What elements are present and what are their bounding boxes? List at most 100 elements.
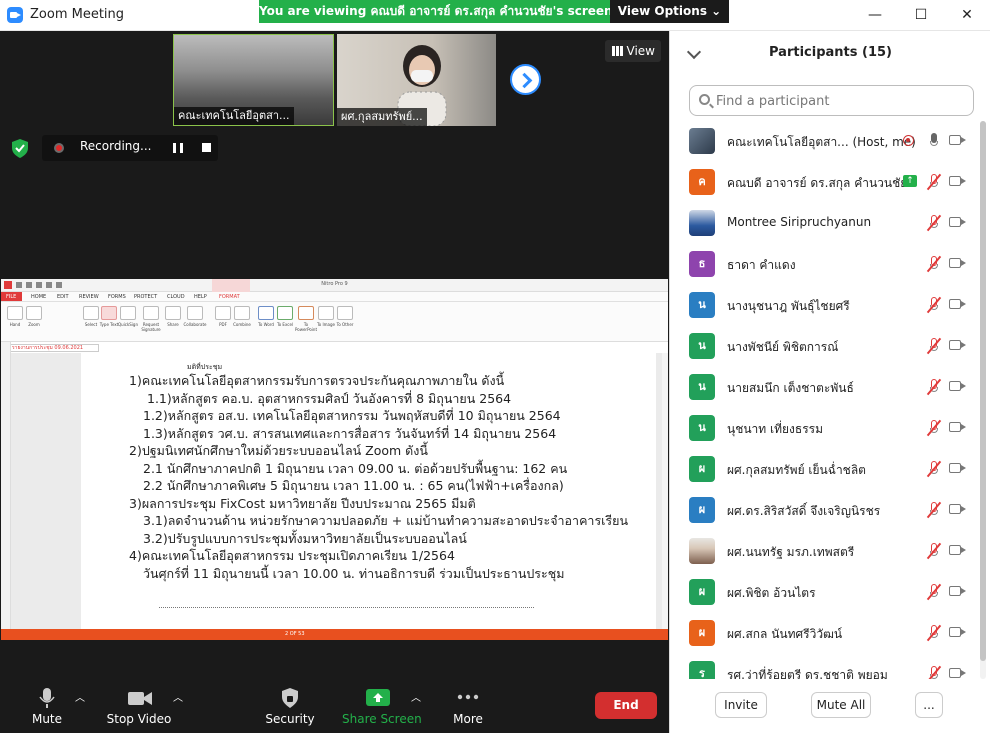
participant-name: คณะเทคโนโลยีอุตสา... (Host, me) xyxy=(727,135,916,149)
participant-row[interactable]: น นางพัชนีย์ พิชิตการณ์ xyxy=(670,326,977,367)
chevron-up-icon[interactable]: ︿ xyxy=(75,689,85,704)
video-camera-icon[interactable] xyxy=(949,668,966,678)
next-page-arrow-icon[interactable] xyxy=(510,64,541,95)
video-camera-icon[interactable] xyxy=(949,299,966,309)
doc-line: วันศุกร์ที่ 11 มิถุนายนนี้ เวลา 10.00 น.… xyxy=(143,566,565,581)
avatar xyxy=(689,128,715,154)
video-thumbnail[interactable]: ผศ.กุลสมทรัพย์... xyxy=(337,34,496,126)
avatar: ผ xyxy=(689,497,715,523)
muted-microphone-icon[interactable] xyxy=(926,296,942,314)
video-camera-icon[interactable] xyxy=(949,258,966,268)
participant-list: คณะเทคโนโลยีอุตสา... (Host, me) ค คณบดี อา… xyxy=(670,121,977,679)
video-camera-icon[interactable] xyxy=(949,381,966,391)
participant-row[interactable]: ค คณบดี อาจารย์ ดร.สกุล คำนวนชัย ↑ xyxy=(670,162,977,203)
invite-button[interactable]: Invite xyxy=(715,692,767,718)
muted-microphone-icon[interactable] xyxy=(926,419,942,437)
muted-microphone-icon[interactable] xyxy=(926,501,942,519)
scrollbar-thumb[interactable] xyxy=(980,121,986,661)
close-button[interactable]: ✕ xyxy=(944,0,990,31)
video-camera-icon xyxy=(128,692,152,705)
tab-file: FILE xyxy=(1,292,22,301)
view-button[interactable]: View xyxy=(605,40,661,62)
find-participant-input[interactable] xyxy=(716,91,966,111)
chevron-up-icon[interactable]: ︿ xyxy=(411,689,421,704)
muted-microphone-icon[interactable] xyxy=(926,255,942,273)
participants-title: Participants (15) xyxy=(769,45,892,60)
doc-line: 1.3)หลักสูตร วศ.บ. สารสนเทศและการสื่อสาร… xyxy=(143,426,557,441)
screen-share-banner: You are viewing คณบดี อาจารย์ ดร.สกุล คำ… xyxy=(259,0,729,23)
participant-row[interactable]: ร รศ.ว่าที่ร้อยตรี ดร.ชชาติ พยอม xyxy=(670,654,977,679)
muted-microphone-icon[interactable] xyxy=(926,378,942,396)
chevron-up-icon[interactable]: ︿ xyxy=(173,689,183,704)
tab-protect: PROTECT xyxy=(134,294,158,300)
participant-row[interactable]: ผ ผศ.ดร.สิริสวัสดิ์ จึงเจริญนิรชร xyxy=(670,490,977,531)
participant-row[interactable]: น นายสมนึก เต็งชาตะพันธ์ xyxy=(670,367,977,408)
mute-all-button[interactable]: Mute All xyxy=(811,692,871,718)
tab-forms: FORMS xyxy=(108,294,126,300)
stop-video-button[interactable]: Stop Video xyxy=(105,683,173,733)
video-thumbnail[interactable]: คณะเทคโนโลยีอุตสา... xyxy=(173,34,334,126)
muted-microphone-icon[interactable] xyxy=(926,624,942,642)
video-camera-icon[interactable] xyxy=(949,504,966,514)
participant-list-scrollbar[interactable] xyxy=(980,121,986,679)
share-screen-button[interactable]: Share Screen xyxy=(342,683,422,733)
participants-panel: Participants (15) คณะเทคโนโลยีอุตสา... (… xyxy=(669,31,990,733)
participant-row[interactable]: ผ ผศ.สกล นันทศรีวิวัฒน์ xyxy=(670,613,977,654)
participant-row[interactable]: ผ ผศ.พิชิต อ้วนไตร xyxy=(670,572,977,613)
muted-microphone-icon[interactable] xyxy=(926,665,942,679)
participant-row[interactable]: คณะเทคโนโลยีอุตสา... (Host, me) xyxy=(670,121,977,162)
video-camera-icon[interactable] xyxy=(949,627,966,637)
muted-microphone-icon[interactable] xyxy=(926,583,942,601)
doc-line: 1.2)หลักสูตร อส.บ. เทคโนโลยีอุตสาหกรรม ว… xyxy=(143,408,561,423)
doc-line: 1)คณะเทคโนโลยีอุตสาหกรรมรับการตรวจประกัน… xyxy=(129,373,505,388)
tool-label: Share xyxy=(167,322,179,327)
muted-microphone-icon[interactable] xyxy=(926,460,942,478)
participant-row[interactable]: Montree Siripruchyanun xyxy=(670,203,977,244)
tab-review: REVIEW xyxy=(79,294,99,300)
participant-row[interactable]: น นางนุชนาฎ พันธุ์ไชยศรี xyxy=(670,285,977,326)
pause-recording-icon[interactable] xyxy=(173,143,183,153)
muted-microphone-icon[interactable] xyxy=(926,214,942,232)
video-camera-icon[interactable] xyxy=(949,340,966,350)
nitro-ribbon: Hand Zoom Select Type Text QuickSign Req… xyxy=(1,302,668,342)
participant-row[interactable]: ผศ.นนทรัฐ มรภ.เทพสตรี xyxy=(670,531,977,572)
video-camera-icon[interactable] xyxy=(949,422,966,432)
document-scrollbar[interactable] xyxy=(662,353,668,629)
view-options-button[interactable]: View Options ⌄ xyxy=(610,0,729,23)
minimize-button[interactable]: — xyxy=(852,0,898,31)
video-camera-icon[interactable] xyxy=(949,463,966,473)
review-tools-context-tab xyxy=(212,279,250,292)
doc-line: 2.1 นักศึกษาภาคปกติ 1 มิถุนายน เวลา 09.0… xyxy=(143,461,568,476)
recording-indicator-icon xyxy=(903,135,914,146)
mute-button[interactable]: Mute xyxy=(24,683,70,733)
muted-microphone-icon[interactable] xyxy=(926,542,942,560)
encryption-shield-icon[interactable] xyxy=(9,137,31,159)
more-options-button[interactable]: ... xyxy=(915,692,943,718)
type-text-icon xyxy=(101,306,117,320)
quicksign-icon xyxy=(120,306,136,320)
more-button[interactable]: More xyxy=(450,683,486,733)
participant-row[interactable]: น นุชนาท เที่ยงธรรม xyxy=(670,408,977,449)
video-camera-icon[interactable] xyxy=(949,545,966,555)
video-camera-icon[interactable] xyxy=(949,176,966,186)
microphone-icon[interactable] xyxy=(927,132,941,150)
participant-row[interactable]: ธ ธาดา คำแดง xyxy=(670,244,977,285)
security-button[interactable]: Security xyxy=(264,683,316,733)
muted-microphone-icon[interactable] xyxy=(926,337,942,355)
tab-cloud: CLOUD xyxy=(167,294,185,300)
end-meeting-button[interactable]: End xyxy=(595,692,657,719)
share-icon xyxy=(165,306,181,320)
tab-format: FORMAT xyxy=(219,294,240,300)
document-viewport: มติที่ประชุม 1)คณะเทคโนโลยีอุตสาหกรรมรับ… xyxy=(11,353,662,629)
participant-name: นุชนาท เที่ยงธรรม xyxy=(727,422,824,436)
muted-microphone-icon[interactable] xyxy=(926,173,942,191)
stop-recording-icon[interactable] xyxy=(202,143,211,152)
video-camera-icon[interactable] xyxy=(949,586,966,596)
doc-line: 1.1)หลักสูตร คอ.บ. อุตสาหกรรมศิลป์ วันอั… xyxy=(147,391,512,406)
video-camera-icon[interactable] xyxy=(949,217,966,227)
combine-icon xyxy=(234,306,250,320)
maximize-button[interactable]: ☐ xyxy=(898,0,944,31)
video-camera-icon[interactable] xyxy=(949,135,966,145)
participant-row[interactable]: ผ ผศ.กุลสมทรัพย์ เย็นฉ่ำชลิต xyxy=(670,449,977,490)
find-participant-search[interactable] xyxy=(689,85,974,116)
